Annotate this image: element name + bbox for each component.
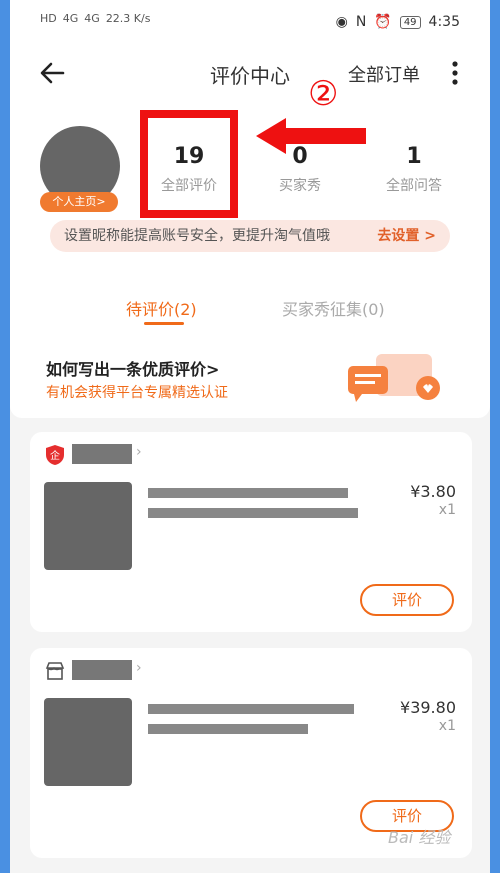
product-quantity: x1: [438, 502, 456, 518]
product-price: ¥3.80: [410, 482, 456, 501]
shop-name-redacted[interactable]: [72, 444, 132, 464]
active-tab-indicator: [144, 322, 184, 325]
product-quantity: x1: [438, 718, 456, 734]
product-title-redacted: [148, 704, 354, 714]
signal-1-label: 4G: [62, 12, 79, 25]
enterprise-shop-icon: 企: [46, 445, 64, 465]
stat-label: 买家秀: [279, 178, 321, 194]
order-card: 企 › ¥3.80 x1 评价: [30, 432, 472, 632]
product-spec-redacted: [148, 724, 308, 734]
more-menu-icon[interactable]: [448, 58, 462, 88]
nfc-icon: N: [355, 14, 367, 30]
phone-screen: HD 4G 4G 22.3 K/s ◉ N ⏰ 49 4:35 评价中心 全部订…: [10, 0, 490, 873]
product-title-redacted: [148, 488, 348, 498]
review-illustration-icon: [348, 354, 440, 402]
tip-text: 设置昵称能提高账号安全，更提升淘气值哦: [64, 228, 330, 244]
profile-header: 个人主页> 19 全部评价 0 买家秀 1 全部问答 ② 设置昵称能提高账号安全…: [10, 74, 490, 266]
review-tabs: 待评价(2) 买家秀征集(0): [10, 266, 490, 336]
alarm-icon: ⏰: [374, 14, 392, 30]
annotation-arrow-icon: [256, 118, 366, 154]
shop-name-redacted[interactable]: [72, 660, 132, 680]
guide-title: 如何写出一条优质评价>: [46, 360, 220, 379]
profile-home-badge[interactable]: 个人主页>: [40, 192, 118, 212]
all-orders-link[interactable]: 全部订单: [348, 61, 420, 87]
annotation-highlight-box: [140, 110, 238, 218]
status-left: HD 4G 4G 22.3 K/s: [40, 12, 150, 25]
eye-icon: ◉: [335, 14, 348, 30]
annotation-step-label: ②: [308, 74, 339, 114]
network-speed: 22.3 K/s: [105, 12, 151, 25]
chevron-right-icon: ›: [136, 660, 142, 676]
clock: 4:35: [428, 14, 460, 30]
chevron-right-icon: ›: [136, 444, 142, 460]
stat-label: 全部问答: [386, 178, 442, 194]
signal-2-label: 4G: [84, 12, 100, 25]
stat-all-qa[interactable]: 1 全部问答: [364, 144, 464, 195]
tab-buyer-show-collection[interactable]: 买家秀征集(0): [282, 296, 385, 320]
stat-value: 1: [406, 144, 422, 169]
product-spec-redacted: [148, 508, 358, 518]
svg-text:企: 企: [50, 449, 60, 462]
store-icon: [45, 662, 65, 680]
product-thumbnail-redacted[interactable]: [44, 698, 132, 786]
nav-bar: 评价中心 全部订单: [10, 52, 490, 96]
status-right: ◉ N ⏰ 49 4:35: [336, 14, 460, 30]
review-guide-banner[interactable]: 如何写出一条优质评价> 有机会获得平台专属精选认证: [10, 336, 490, 418]
product-thumbnail-redacted[interactable]: [44, 482, 132, 570]
nickname-tip-banner: 设置昵称能提高账号安全，更提升淘气值哦 去设置 >: [50, 220, 450, 252]
tip-set-link[interactable]: 去设置 >: [377, 220, 436, 252]
battery-icon: 49: [399, 15, 421, 29]
status-bar: HD 4G 4G 22.3 K/s ◉ N ⏰ 49 4:35: [10, 0, 490, 52]
guide-subtitle: 有机会获得平台专属精选认证: [46, 385, 228, 401]
baidu-watermark: Bai 经验: [388, 828, 451, 847]
product-price: ¥39.80: [400, 698, 456, 717]
tab-pending-review[interactable]: 待评价(2): [126, 296, 197, 320]
review-button[interactable]: 评价: [360, 584, 454, 616]
hd-label: HD: [40, 12, 57, 25]
